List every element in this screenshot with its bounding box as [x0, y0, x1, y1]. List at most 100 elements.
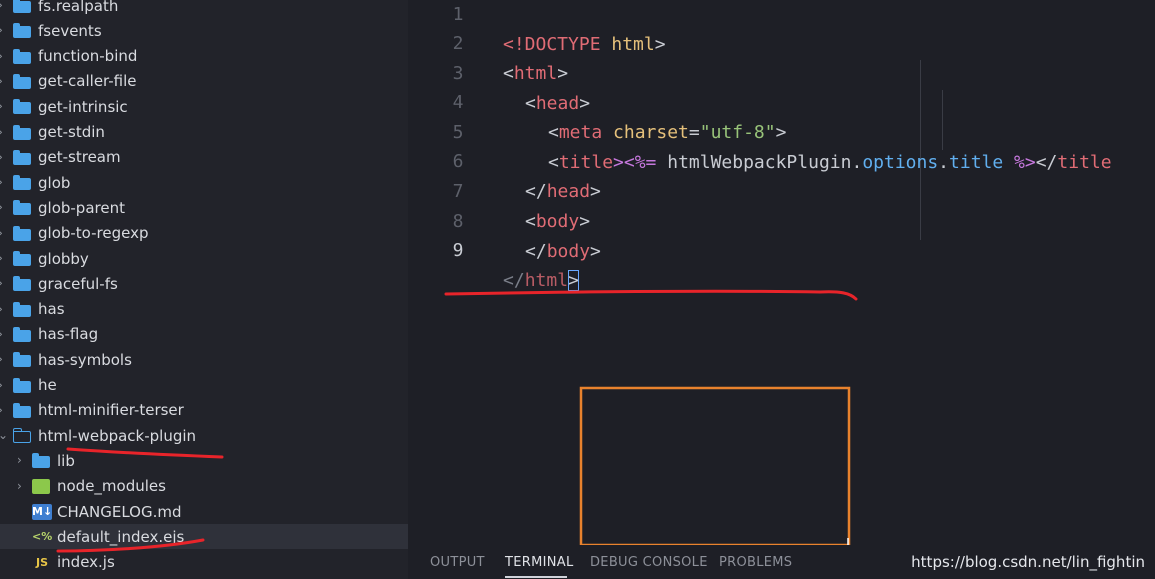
folder-icon [13, 48, 31, 64]
code-line-4[interactable]: <meta charset="utf-8"> [548, 118, 786, 148]
chevron-right-icon[interactable]: › [0, 398, 8, 423]
folder-icon [13, 23, 31, 39]
tree-item-html-minifier-terser[interactable]: › html-minifier-terser [0, 398, 408, 423]
tree-item-label: fs.realpath [38, 0, 119, 15]
folder-icon [32, 453, 50, 469]
tree-item-license[interactable]: LICENSE [0, 575, 408, 579]
folder-open-icon [13, 428, 31, 444]
chevron-right-icon[interactable]: › [0, 69, 8, 94]
tree-item-has-flag[interactable]: › has-flag [0, 322, 408, 347]
active-tab-indicator [505, 576, 567, 578]
tree-item-fsevents[interactable]: › fsevents [0, 18, 408, 43]
chevron-right-icon[interactable]: › [0, 120, 8, 145]
chevron-right-icon[interactable]: › [0, 170, 8, 195]
code-line-5[interactable]: <title><%= htmlWebpackPlugin.options.tit… [548, 148, 1112, 178]
folder-icon [13, 149, 31, 165]
file-explorer: › fs.realpath › fsevents › function-bind › get-… [0, 0, 408, 579]
tree-item-label: html-minifier-terser [38, 401, 184, 420]
line-number: 2 [452, 33, 464, 54]
code-editor[interactable]: 1 <!DOCTYPE html> 2 <html> 3 <head> 4 <m… [408, 0, 1155, 545]
tree-item-label: glob-parent [38, 198, 125, 217]
code-line-9[interactable]: </html> [503, 266, 579, 296]
tree-item-default-index-ejs[interactable]: <% default_index.ejs [0, 524, 408, 550]
tree-item-label: get-caller-file [38, 72, 137, 91]
tree-item-function-bind[interactable]: › function-bind [0, 44, 408, 69]
watermark: https://blog.csdn.net/lin_fightin [911, 553, 1145, 571]
tree-item-label: graceful-fs [38, 274, 118, 293]
folder-icon [13, 0, 31, 13]
line-number-active: 9 [452, 240, 464, 261]
tree-item-has-symbols[interactable]: › has-symbols [0, 347, 408, 372]
tree-item-fs-realpath[interactable]: › fs.realpath [0, 0, 408, 18]
folder-icon [13, 251, 31, 266]
tree-item-index-js[interactable]: JS index.js [0, 550, 408, 575]
tree-item-get-stdin[interactable]: › get-stdin [0, 120, 408, 145]
tree-item-glob-parent[interactable]: › glob-parent [0, 195, 408, 220]
tree-item-node-modules[interactable]: › node_modules [0, 474, 408, 499]
tree-item-changelog-md[interactable]: M↓ CHANGELOG.md [0, 499, 408, 524]
code-line-3[interactable]: <head> [525, 89, 590, 119]
tree-item-graceful-fs[interactable]: › graceful-fs [0, 271, 408, 296]
code-line-6[interactable]: </head> [525, 177, 601, 207]
folder-icon [13, 200, 31, 216]
code-line-1[interactable]: <!DOCTYPE html> [503, 30, 666, 60]
tree-item-label: index.js [57, 553, 115, 572]
tree-item-label: he [38, 376, 57, 394]
tree-item-he[interactable]: › he [0, 373, 408, 398]
tree-item-has[interactable]: › has [0, 297, 408, 322]
line-number: 7 [452, 181, 464, 202]
line-number: 4 [452, 92, 464, 113]
tree-item-get-intrinsic[interactable]: › get-intrinsic [0, 94, 408, 119]
tree-item-glob-to-regexp[interactable]: › glob-to-regexp [0, 221, 408, 246]
chevron-right-icon[interactable]: › [0, 221, 8, 246]
code-line-7[interactable]: <body> [525, 207, 590, 237]
tree-item-get-stream[interactable]: › get-stream [0, 145, 408, 170]
tree-item-globby[interactable]: › globby [0, 246, 408, 271]
tree-item-html-webpack-plugin[interactable]: ⌄ html-webpack-plugin [0, 423, 408, 448]
folder-icon [13, 352, 31, 368]
chevron-right-icon[interactable]: › [0, 44, 8, 69]
chevron-right-icon[interactable]: › [0, 18, 8, 43]
line-number: 5 [452, 122, 464, 143]
code-line-2[interactable]: <html> [503, 59, 568, 89]
chevron-right-icon[interactable]: › [0, 271, 8, 296]
chevron-right-icon[interactable]: › [0, 322, 8, 347]
folder-icon [13, 73, 31, 89]
tree-item-label: globby [38, 249, 89, 268]
tree-item-label: has-symbols [38, 350, 132, 369]
tree-item-get-caller-file[interactable]: › get-caller-file [0, 69, 408, 94]
chevron-right-icon[interactable]: › [0, 145, 8, 170]
chevron-down-icon[interactable]: ⌄ [0, 423, 8, 448]
code-line-8[interactable]: </body> [525, 237, 601, 267]
ejs-icon: <% [32, 530, 53, 544]
chevron-right-icon[interactable]: › [0, 347, 8, 372]
chevron-right-icon[interactable]: › [0, 195, 8, 220]
folder-icon [13, 301, 31, 317]
tree-item-label: html-webpack-plugin [38, 426, 197, 445]
folder-icon [13, 99, 31, 115]
tree-item-label: function-bind [38, 47, 138, 66]
tree-item-label: get-stream [38, 148, 121, 167]
tree-item-lib[interactable]: › lib [0, 448, 408, 473]
tab-output[interactable]: OUTPUT [430, 555, 485, 570]
tab-debug-console[interactable]: DEBUG CONSOLE [590, 555, 708, 570]
line-number: 3 [452, 63, 464, 84]
chevron-right-icon[interactable]: › [0, 246, 8, 271]
line-number: 6 [452, 151, 464, 172]
chevron-right-icon[interactable]: › [0, 0, 8, 18]
chevron-right-icon[interactable]: › [17, 474, 27, 499]
line-number: 1 [452, 4, 464, 25]
chevron-right-icon[interactable]: › [17, 448, 27, 473]
chevron-right-icon[interactable]: › [0, 94, 8, 119]
chevron-right-icon[interactable]: › [0, 297, 8, 322]
node-modules-icon [32, 478, 50, 494]
folder-icon [13, 377, 31, 393]
folder-icon [13, 276, 31, 292]
tab-problems[interactable]: PROBLEMS [719, 555, 792, 570]
tree-item-label: default_index.ejs [57, 527, 185, 546]
tree-item-label: has [38, 300, 65, 319]
tab-terminal[interactable]: TERMINAL [505, 555, 574, 570]
tree-item-glob[interactable]: › glob [0, 170, 408, 195]
folder-icon [13, 402, 31, 418]
chevron-right-icon[interactable]: › [0, 373, 8, 398]
